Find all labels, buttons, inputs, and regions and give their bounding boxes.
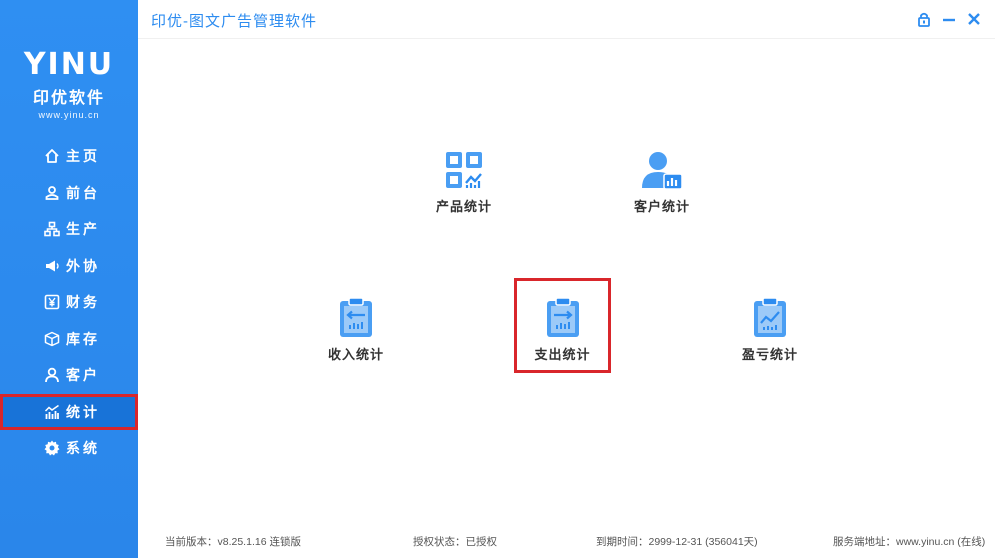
user-outline-icon bbox=[45, 185, 59, 200]
sidebar-item-finance[interactable]: 财务 bbox=[0, 284, 138, 321]
profit-loss-stats-icon bbox=[754, 297, 786, 337]
tile-customer-stats[interactable]: 客户统计 bbox=[612, 150, 712, 230]
megaphone-icon bbox=[46, 260, 59, 272]
sidebar-nav: 主页 前台 生产 外协 财务 库存 客户 统计 系统 bbox=[0, 138, 138, 467]
sidebar-item-statistics[interactable]: 统计 bbox=[0, 393, 138, 430]
yen-icon bbox=[44, 294, 60, 310]
sidebar: YINU 印优软件 www.yinu.cn 主页 前台 生产 外协 财务 库存 bbox=[0, 0, 138, 558]
tile-label: 收入统计 bbox=[327, 347, 384, 362]
title-bar: 印优-图文广告管理软件 bbox=[138, 0, 995, 39]
sidebar-item-label: 主页 bbox=[66, 148, 100, 165]
tile-expense-stats[interactable]: 支出统计 bbox=[514, 278, 611, 373]
sidebar-item-front-desk[interactable]: 前台 bbox=[0, 175, 138, 212]
minimize-icon[interactable] bbox=[940, 10, 958, 28]
tile-label: 盈亏统计 bbox=[741, 347, 798, 362]
box-icon bbox=[44, 331, 60, 346]
tile-label: 客户统计 bbox=[633, 199, 690, 214]
customer-stats-icon bbox=[642, 152, 683, 190]
home-icon bbox=[45, 149, 59, 164]
logo-url: www.yinu.cn bbox=[38, 110, 100, 120]
sidebar-item-label: 生产 bbox=[66, 221, 100, 238]
sidebar-item-label: 财务 bbox=[66, 294, 100, 311]
status-bar: 当前版本：v8.25.1.16 连锁版 授权状态：已授权 到期时间：2999-1… bbox=[138, 522, 995, 558]
version-text: 当前版本：v8.25.1.16 连锁版 bbox=[165, 536, 301, 548]
close-icon[interactable] bbox=[965, 10, 983, 28]
lock-icon[interactable] bbox=[915, 10, 933, 28]
sidebar-item-production[interactable]: 生产 bbox=[0, 211, 138, 248]
logo-name: 印优软件 bbox=[32, 90, 105, 107]
org-chart-icon bbox=[44, 221, 60, 237]
expiry-date: 到期时间：2999-12-31 (356041天) bbox=[596, 536, 758, 548]
stats-icon bbox=[44, 404, 59, 419]
sidebar-item-label: 前台 bbox=[66, 184, 100, 201]
sidebar-item-system[interactable]: 系统 bbox=[0, 430, 138, 467]
main-content: 产品统计 客户统计 收入统计 支出统计 盈亏统计 bbox=[138, 38, 995, 522]
tile-label: 支出统计 bbox=[534, 347, 591, 362]
sidebar-item-outsourcing[interactable]: 外协 bbox=[0, 248, 138, 285]
sidebar-item-label: 系统 bbox=[66, 440, 100, 457]
sidebar-item-inventory[interactable]: 库存 bbox=[0, 321, 138, 358]
logo-mark: YINU bbox=[23, 47, 115, 82]
sidebar-item-customers[interactable]: 客户 bbox=[0, 357, 138, 394]
tile-profit-loss-stats[interactable]: 盈亏统计 bbox=[720, 296, 820, 376]
sidebar-item-label: 统计 bbox=[66, 403, 100, 420]
expense-stats-icon bbox=[546, 297, 579, 337]
sidebar-item-label: 库存 bbox=[66, 330, 100, 347]
tile-label: 产品统计 bbox=[435, 199, 492, 214]
sidebar-item-label: 客户 bbox=[66, 367, 100, 384]
gear-icon bbox=[44, 440, 60, 456]
income-stats-icon bbox=[340, 297, 372, 337]
server-address: 服务端地址：www.yinu.cn (在线) bbox=[833, 536, 986, 548]
logo: YINU 印优软件 www.yinu.cn bbox=[0, 47, 138, 121]
license-status: 授权状态：已授权 bbox=[413, 536, 497, 548]
window-title: 印优-图文广告管理软件 bbox=[151, 13, 317, 30]
tile-income-stats[interactable]: 收入统计 bbox=[306, 296, 406, 376]
person-icon bbox=[45, 368, 59, 383]
sidebar-item-label: 外协 bbox=[66, 257, 100, 274]
sidebar-item-home[interactable]: 主页 bbox=[0, 138, 138, 175]
product-stats-icon bbox=[446, 152, 482, 188]
tile-product-stats[interactable]: 产品统计 bbox=[414, 150, 514, 230]
